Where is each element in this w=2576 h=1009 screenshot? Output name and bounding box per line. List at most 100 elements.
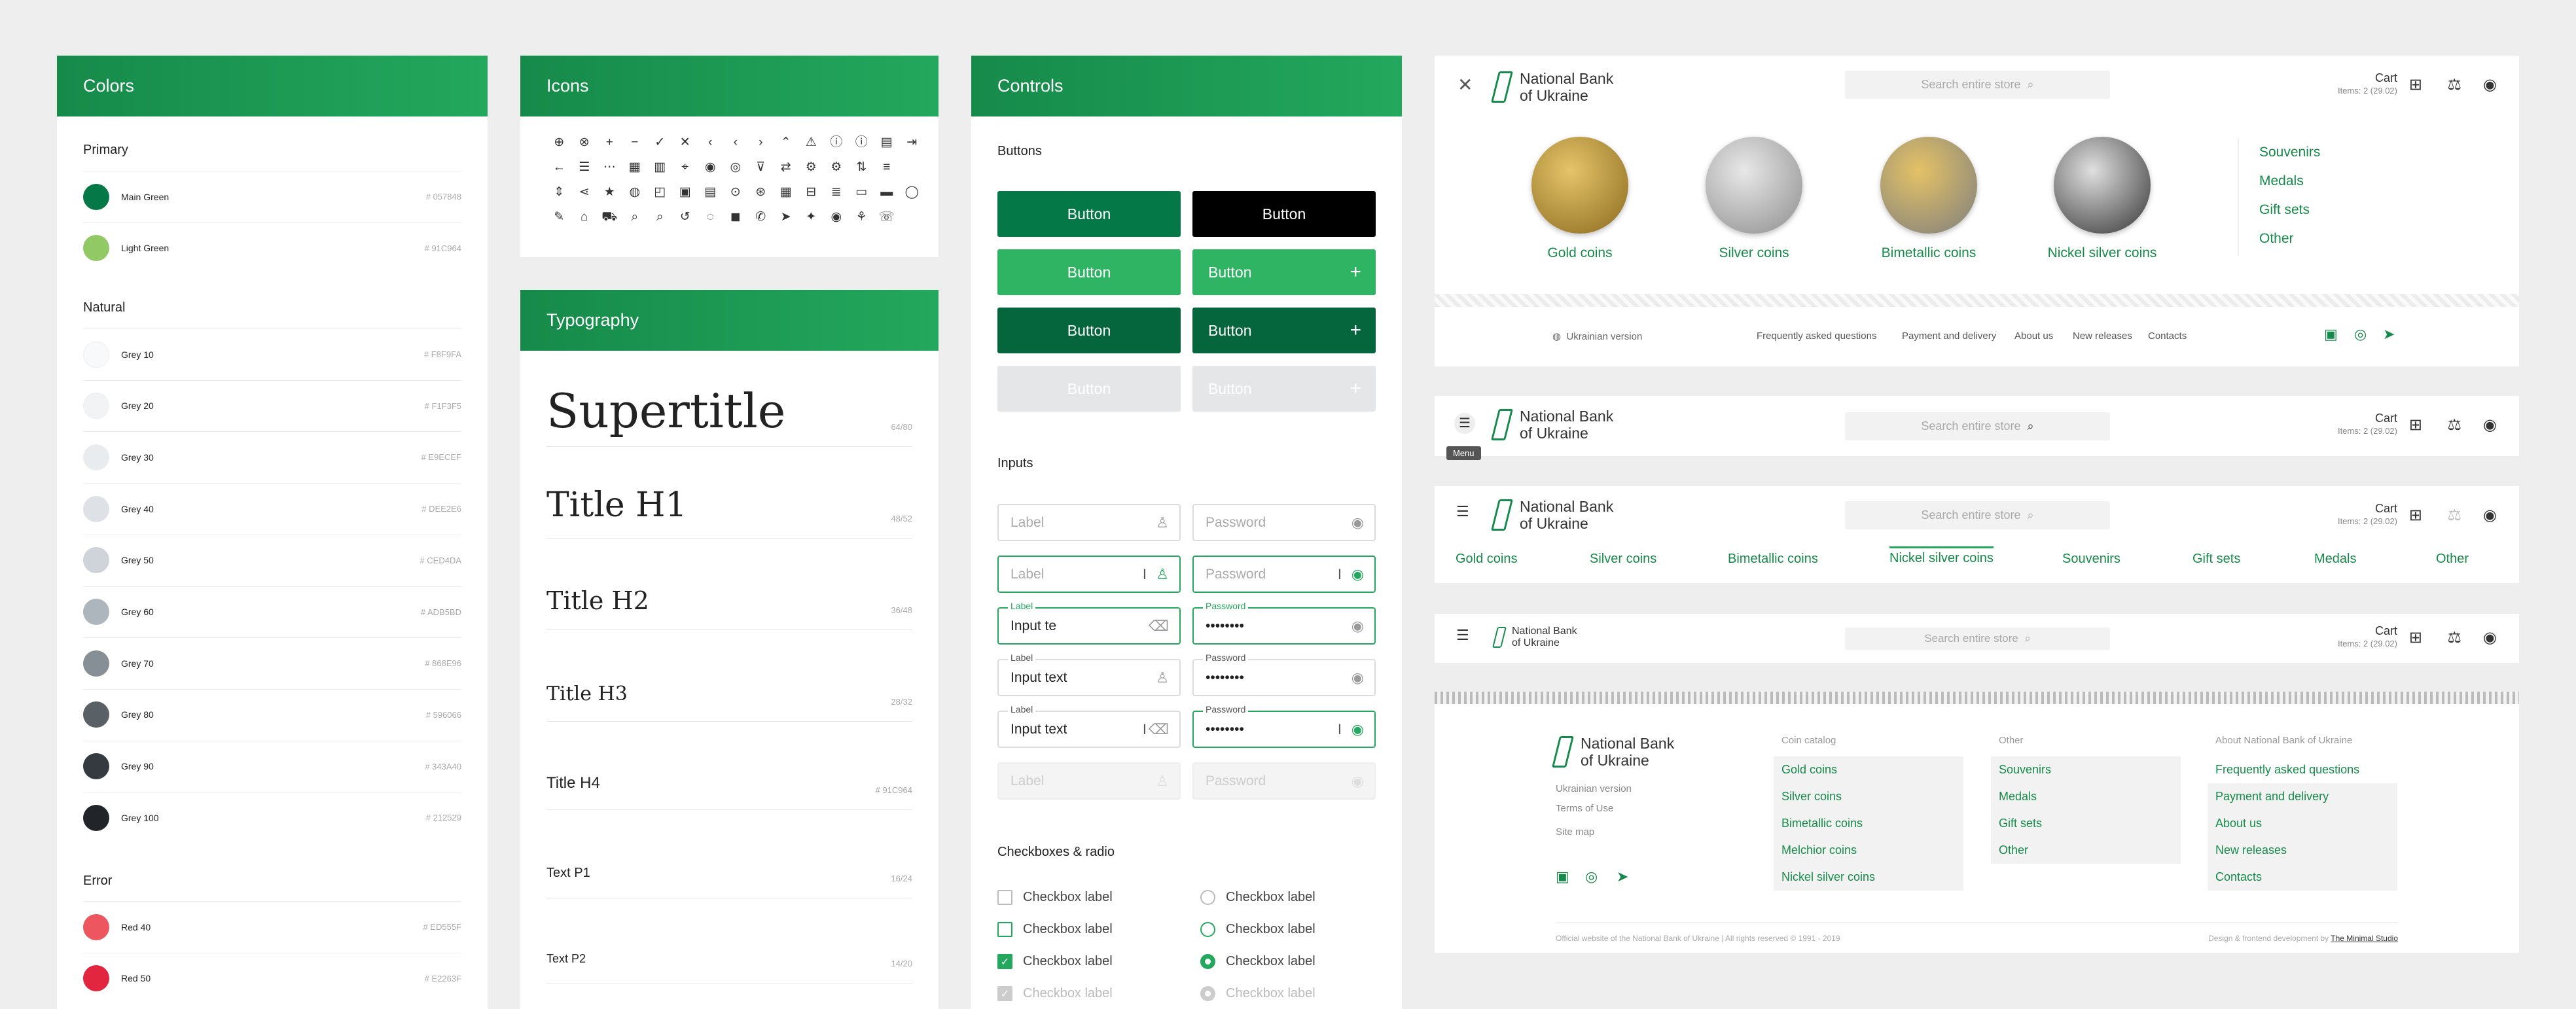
logo[interactable]: National Bank of Ukraine bbox=[1491, 408, 1613, 442]
footer-link[interactable]: Payment and delivery bbox=[2208, 783, 2397, 810]
tab-category[interactable]: Gift sets bbox=[2192, 552, 2240, 567]
footer-link[interactable]: New releases bbox=[2208, 837, 2397, 864]
radio-hover[interactable]: Checkbox label bbox=[1200, 922, 1315, 937]
cart-link[interactable]: Cart Items: 2 (29.02) bbox=[2338, 72, 2397, 97]
menu-link-souvenirs[interactable]: Souvenirs bbox=[2259, 145, 2320, 160]
label-input-filled[interactable]: Label Input text ♙ bbox=[997, 652, 1181, 696]
scale-icon[interactable]: ⚖ bbox=[2447, 506, 2461, 525]
checkbox-hover[interactable]: Checkbox label bbox=[997, 922, 1113, 937]
search-input[interactable]: Search entire store ⌕ bbox=[1845, 501, 2110, 529]
coin-category-link[interactable]: Silver coins bbox=[1682, 245, 1826, 261]
search-input[interactable]: Search entire store ⌕ bbox=[1845, 71, 2110, 99]
label-input[interactable]: Label ♙ bbox=[997, 504, 1181, 541]
password-input-filled[interactable]: Password •••••••• ◉ bbox=[1192, 652, 1376, 696]
footer-link[interactable]: Frequently asked questions bbox=[2208, 756, 2397, 783]
cart-icon[interactable]: ⊞ bbox=[2409, 628, 2422, 647]
footer-terms-link[interactable]: Terms of Use bbox=[1556, 803, 1613, 814]
tab-category[interactable]: Other bbox=[2436, 552, 2469, 567]
label-input-typing[interactable]: Label Input te ⌫ bbox=[997, 601, 1181, 645]
active-button[interactable]: Button bbox=[997, 308, 1181, 353]
studio-link[interactable]: The Minimal Studio bbox=[2331, 934, 2398, 943]
search-input[interactable]: Search entire store ⌕ bbox=[1845, 628, 2110, 650]
menu-link-medals[interactable]: Medals bbox=[2259, 173, 2304, 189]
twitter-icon[interactable]: ➤ bbox=[1617, 868, 1628, 885]
close-icon[interactable]: ✕ bbox=[1458, 74, 1473, 96]
password-input-focus[interactable]: Password I ◉ bbox=[1192, 556, 1376, 593]
tab-category[interactable]: Gold coins bbox=[1456, 552, 1518, 567]
footer-sitemap-link[interactable]: Site map bbox=[1556, 826, 1594, 838]
footer-payment-link[interactable]: Payment and delivery bbox=[1902, 330, 1996, 342]
password-input-typing[interactable]: Password •••••••• ◉ bbox=[1192, 601, 1376, 645]
cart-icon[interactable]: ⊞ bbox=[2409, 506, 2422, 525]
label-input-hover[interactable]: Label Input text I ⌫ bbox=[997, 704, 1181, 748]
user-icon[interactable]: ◉ bbox=[2483, 506, 2497, 525]
label-input-focus[interactable]: Label I ♙ bbox=[997, 556, 1181, 593]
cart-link[interactable]: Cart Items: 2 (29.02) bbox=[2338, 625, 2397, 650]
checkbox[interactable]: Checkbox label bbox=[997, 890, 1113, 905]
scale-icon[interactable]: ⚖ bbox=[2447, 416, 2461, 434]
cart-icon[interactable]: ⊞ bbox=[2409, 416, 2422, 434]
cart-link[interactable]: Cart Items: 2 (29.02) bbox=[2338, 412, 2397, 437]
coin-category-link[interactable]: Nickel silver coins bbox=[2030, 245, 2174, 261]
footer-link[interactable]: Souvenirs bbox=[1991, 756, 2181, 783]
dark-button[interactable]: Button bbox=[1192, 191, 1376, 237]
footer-language-link[interactable]: Ukrainian version bbox=[1556, 783, 1632, 794]
tab-category[interactable]: Medals bbox=[2314, 552, 2356, 567]
menu-link-other[interactable]: Other bbox=[2259, 231, 2294, 247]
coin-category-link[interactable]: Gold coins bbox=[1508, 245, 1652, 261]
cart-link[interactable]: Cart Items: 2 (29.02) bbox=[2338, 503, 2397, 527]
coin-image[interactable] bbox=[1880, 137, 1977, 234]
user-icon[interactable]: ◉ bbox=[2483, 75, 2497, 94]
footer-contacts-link[interactable]: Contacts bbox=[2148, 330, 2187, 342]
hover-plus-button[interactable]: Button + bbox=[1192, 249, 1376, 295]
radio-checked[interactable]: Checkbox label bbox=[1200, 954, 1315, 969]
footer-link[interactable]: Contacts bbox=[2208, 864, 2397, 891]
hover-button[interactable]: Button bbox=[997, 249, 1181, 295]
twitter-icon[interactable]: ➤ bbox=[2383, 326, 2395, 343]
coin-image[interactable] bbox=[1531, 137, 1628, 234]
facebook-icon[interactable]: ▣ bbox=[1556, 868, 1569, 885]
radio[interactable]: Checkbox label bbox=[1200, 890, 1315, 905]
menu-link-gift-sets[interactable]: Gift sets bbox=[2259, 202, 2310, 218]
user-icon[interactable]: ◉ bbox=[2483, 628, 2497, 647]
tab-category[interactable]: Souvenirs bbox=[2062, 552, 2120, 567]
tab-category[interactable]: Nickel silver coins bbox=[1889, 546, 1994, 566]
logo[interactable]: National Bank of Ukraine bbox=[1491, 498, 1613, 532]
footer-link[interactable]: About us bbox=[2208, 810, 2397, 837]
footer-faq-link[interactable]: Frequently asked questions bbox=[1757, 330, 1876, 342]
scale-icon[interactable]: ⚖ bbox=[2447, 75, 2461, 94]
footer-releases-link[interactable]: New releases bbox=[2073, 330, 2132, 342]
footer-link[interactable]: Melchior coins bbox=[1774, 837, 1963, 864]
tab-category[interactable]: Silver coins bbox=[1590, 552, 1656, 567]
instagram-icon[interactable]: ◎ bbox=[1585, 868, 1598, 885]
footer-logo[interactable]: National Bank of Ukraine bbox=[1552, 735, 1674, 769]
user-icon[interactable]: ◉ bbox=[2483, 416, 2497, 434]
password-input[interactable]: Password ◉ bbox=[1192, 504, 1376, 541]
facebook-icon[interactable]: ▣ bbox=[2324, 326, 2338, 343]
footer-link[interactable]: Bimetallic coins bbox=[1774, 810, 1963, 837]
menu-icon[interactable]: ☰ bbox=[1454, 413, 1475, 434]
footer-link[interactable]: Other bbox=[1991, 837, 2181, 864]
logo[interactable]: National Bank of Ukraine bbox=[1491, 70, 1613, 104]
primary-button[interactable]: Button bbox=[997, 191, 1181, 237]
scale-icon[interactable]: ⚖ bbox=[2447, 628, 2461, 647]
instagram-icon[interactable]: ◎ bbox=[2354, 326, 2367, 343]
language-link[interactable]: ◍ Ukrainian version bbox=[1552, 330, 1642, 342]
logo[interactable]: National Bank of Ukraine bbox=[1492, 626, 1577, 649]
password-input-hover[interactable]: Password •••••••• I ◉ bbox=[1192, 704, 1376, 748]
footer-link[interactable]: Gift sets bbox=[1991, 810, 2181, 837]
coin-category-link[interactable]: Bimetallic coins bbox=[1857, 245, 2001, 261]
coin-image[interactable] bbox=[1706, 137, 1802, 234]
menu-icon[interactable]: ☰ bbox=[1456, 503, 1469, 520]
cart-icon[interactable]: ⊞ bbox=[2409, 75, 2422, 94]
footer-link[interactable]: Nickel silver coins bbox=[1774, 864, 1963, 891]
tab-category[interactable]: Bimetallic coins bbox=[1728, 552, 1818, 567]
active-plus-button[interactable]: Button + bbox=[1192, 308, 1376, 353]
search-input[interactable]: Search entire store ⌕ bbox=[1845, 412, 2110, 440]
footer-link[interactable]: Gold coins bbox=[1774, 756, 1963, 783]
checkbox-checked[interactable]: ✓ Checkbox label bbox=[997, 954, 1113, 969]
footer-about-link[interactable]: About us bbox=[2014, 330, 2053, 342]
footer-link[interactable]: Medals bbox=[1991, 783, 2181, 810]
footer-link[interactable]: Silver coins bbox=[1774, 783, 1963, 810]
coin-image[interactable] bbox=[2054, 137, 2151, 234]
